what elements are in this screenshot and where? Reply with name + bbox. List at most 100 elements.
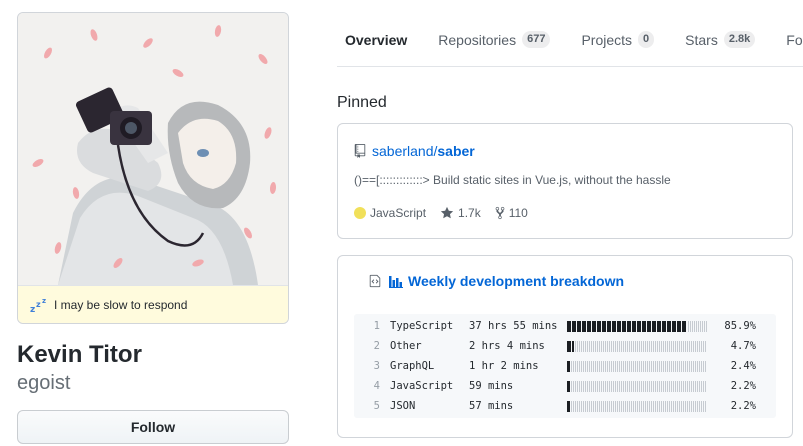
bar-empty-segment	[675, 341, 676, 352]
bar-empty-segment	[619, 401, 620, 412]
repo-link[interactable]: saberland / saber	[354, 143, 475, 159]
profile-username: egoist	[17, 372, 71, 394]
bar-empty-segment	[585, 381, 586, 392]
repo-meta: JavaScript 1.7k 110	[354, 206, 542, 220]
tab-repositories[interactable]: Repositories 677	[430, 12, 558, 66]
bar-filled-segment	[597, 321, 601, 332]
line-number: 2	[373, 340, 380, 352]
bar-empty-segment	[609, 401, 610, 412]
bar-empty-segment	[657, 401, 658, 412]
row-percent: 2.2%	[730, 400, 756, 412]
bar-empty-segment	[591, 381, 592, 392]
bar-empty-segment	[661, 361, 662, 372]
bar-empty-segment	[679, 381, 680, 392]
tab-label: Projects	[581, 31, 633, 48]
bar-empty-segment	[665, 401, 666, 412]
bar-empty-segment	[589, 361, 590, 372]
bar-filled-segment	[677, 321, 681, 332]
tab-projects[interactable]: Projects 0	[573, 12, 662, 66]
repo-name: saber	[437, 143, 475, 159]
user-status[interactable]: z z z I may be slow to respond	[18, 285, 288, 323]
bar-empty-segment	[643, 381, 644, 392]
bar-empty-segment	[651, 381, 652, 392]
bar-empty-segment	[603, 381, 604, 392]
tab-followers[interactable]: Followers	[778, 12, 803, 66]
bar-filled-segment	[652, 321, 656, 332]
bar-empty-segment	[665, 361, 666, 372]
bar-empty-segment	[667, 381, 668, 392]
bar-empty-segment	[645, 361, 646, 372]
repo-forks[interactable]: 110	[495, 206, 528, 220]
bar-empty-segment	[653, 361, 654, 372]
pinned-heading: Pinned	[337, 94, 387, 111]
bar-empty-segment	[702, 321, 703, 332]
bar-empty-segment	[699, 381, 700, 392]
bar-empty-segment	[703, 341, 704, 352]
code-row: 1 TypeScript 37 hrs 55 mins 85.9%	[354, 316, 776, 336]
bar-empty-segment	[631, 401, 632, 412]
gist-title-link[interactable]: Weekly development breakdown	[408, 273, 624, 289]
bar-empty-segment	[589, 341, 590, 352]
tab-label: Followers	[786, 31, 803, 48]
avatar[interactable]	[18, 13, 288, 285]
bar-empty-segment	[573, 381, 574, 392]
bar-filled-segment	[572, 341, 574, 352]
bar-empty-segment	[639, 341, 640, 352]
bar-empty-segment	[701, 381, 702, 392]
bar-empty-segment	[611, 341, 612, 352]
row-percent: 85.9%	[724, 320, 756, 332]
code-file-icon	[369, 274, 381, 288]
bar-empty-segment	[691, 341, 692, 352]
bar-empty-segment	[629, 401, 630, 412]
bar-empty-segment	[619, 381, 620, 392]
row-language: JavaScript	[390, 380, 454, 392]
row-time: 1 hr 2 mins	[469, 360, 539, 372]
bar-empty-segment	[627, 341, 628, 352]
bar-empty-segment	[655, 341, 656, 352]
bar-empty-segment	[607, 381, 608, 392]
bar-empty-segment	[579, 341, 580, 352]
bar-filled-segment	[567, 321, 571, 332]
bar-empty-segment	[613, 381, 614, 392]
repo-stars[interactable]: 1.7k	[440, 206, 481, 220]
bar-empty-segment	[687, 401, 688, 412]
bar-empty-segment	[585, 341, 586, 352]
bar-filled-segment	[667, 321, 671, 332]
bar-empty-segment	[698, 321, 699, 332]
tab-counter: 2.8k	[723, 31, 756, 48]
bar-empty-segment	[617, 341, 618, 352]
bar-empty-segment	[661, 341, 662, 352]
status-text: I may be slow to respond	[54, 297, 188, 312]
row-time: 37 hrs 55 mins	[469, 320, 558, 332]
bar-empty-segment	[577, 341, 578, 352]
bar-empty-segment	[637, 341, 638, 352]
tab-stars[interactable]: Stars 2.8k	[677, 12, 763, 66]
row-time: 2 hrs 4 mins	[469, 340, 545, 352]
bar-empty-segment	[583, 361, 584, 372]
bar-empty-segment	[629, 381, 630, 392]
bar-empty-segment	[613, 341, 614, 352]
code-row: 3 GraphQL 1 hr 2 mins 2.4%	[354, 356, 776, 376]
bar-empty-segment	[587, 381, 588, 392]
bar-empty-segment	[685, 341, 686, 352]
follow-button[interactable]: Follow	[17, 410, 289, 444]
bar-empty-segment	[701, 341, 702, 352]
bar-filled-segment	[587, 321, 591, 332]
bar-empty-segment	[687, 361, 688, 372]
bar-empty-segment	[645, 381, 646, 392]
bar-empty-segment	[607, 341, 608, 352]
bar-empty-segment	[671, 341, 672, 352]
bar-empty-segment	[617, 401, 618, 412]
avatar-card: z z z I may be slow to respond	[17, 12, 289, 324]
bar-empty-segment	[683, 341, 684, 352]
progress-bar	[567, 401, 706, 412]
tab-overview[interactable]: Overview	[337, 12, 415, 66]
bar-empty-segment	[679, 401, 680, 412]
bar-empty-segment	[603, 401, 604, 412]
bar-empty-segment	[637, 381, 638, 392]
bar-empty-segment	[575, 401, 576, 412]
bar-empty-segment	[651, 361, 652, 372]
language-label: JavaScript	[370, 206, 427, 220]
bar-empty-segment	[699, 341, 700, 352]
bar-empty-segment	[687, 341, 688, 352]
